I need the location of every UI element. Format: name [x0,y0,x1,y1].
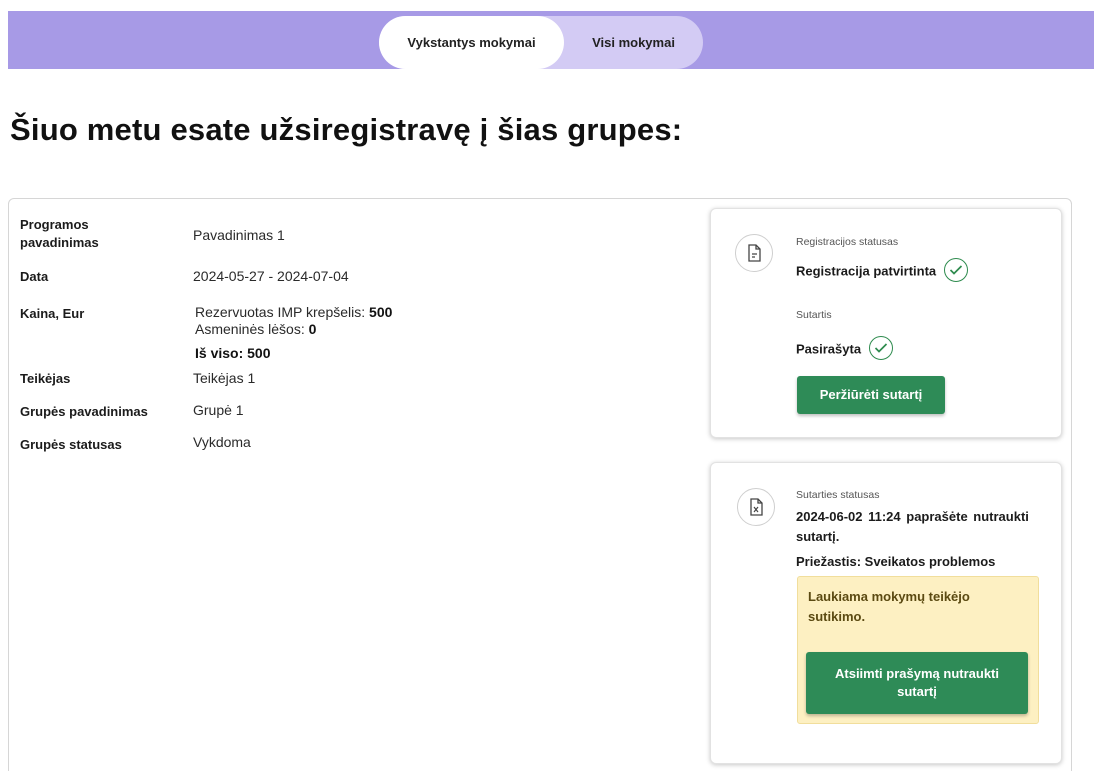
registration-status-value: Registracija patvirtinta [796,263,937,279]
registration-status: Registracija patvirtinta [796,258,968,284]
date-label: Data [20,269,49,284]
group-name-value: Grupė 1 [193,402,244,418]
view-contract-button[interactable]: Peržiūrėti sutartį [797,376,945,414]
price-own-value: 0 [308,321,317,337]
program-label: Programos pavadinimas [20,217,99,250]
contract-status-value: Pasirašyta [796,341,862,357]
tab-all-trainings[interactable]: Visi mokymai [564,16,703,69]
tab-ongoing-trainings[interactable]: Vykstantys mokymai [379,16,564,69]
check-circle-icon [943,258,968,282]
price-label: Kaina, Eur [20,306,85,321]
group-name-label: Grupės pavadinimas [20,404,148,419]
price-own-text: Asmeninės lėšos: [195,321,305,337]
group-status-label: Grupės statusas [20,437,122,452]
date-value: 2024-05-27 - 2024-07-04 [193,268,349,284]
provider-value: Teikėjas 1 [193,370,256,386]
provider-label: Teikėjas [20,371,71,386]
contract-caption: Sutartis [796,309,832,321]
page: Vykstantys mokymai Visi mokymai Šiuo met… [0,0,1094,771]
price-own: Asmeninės lėšos: 0 [195,320,316,338]
contract-status-message: 2024-06-02 11:24 paprašėte nutraukti sut… [796,509,1029,544]
contract-status: Pasirašyta [796,336,893,362]
group-status-value: Vykdoma [193,434,251,450]
contract-status-caption: Sutarties statusas [796,489,880,501]
file-x-icon [737,488,775,526]
registration-status-caption: Registracijos statusas [796,236,899,248]
price-total: Iš viso: 500 [195,344,271,362]
price-reserved: Rezervuotas IMP krepšelis: 500 [195,303,392,321]
price-reserved-text: Rezervuotas IMP krepšelis: [195,304,366,320]
program-value: Pavadinimas 1 [193,227,285,243]
withdraw-termination-button[interactable]: Atsiimti prašymą nutraukti sutartį [806,652,1028,714]
price-total-text: Iš viso: 500 [195,345,271,361]
contract-status-reason: Priežastis: Sveikatos problemos [796,554,996,569]
document-icon [735,234,773,272]
page-title: Šiuo metu esate užsiregistravę į šias gr… [10,112,683,147]
price-reserved-value: 500 [369,304,393,320]
tab-switcher: Vykstantys mokymai Visi mokymai [379,16,703,69]
check-circle-icon [868,336,893,360]
pending-warning-text: Laukiama mokymų teikėjo sutikimo. [808,589,970,624]
